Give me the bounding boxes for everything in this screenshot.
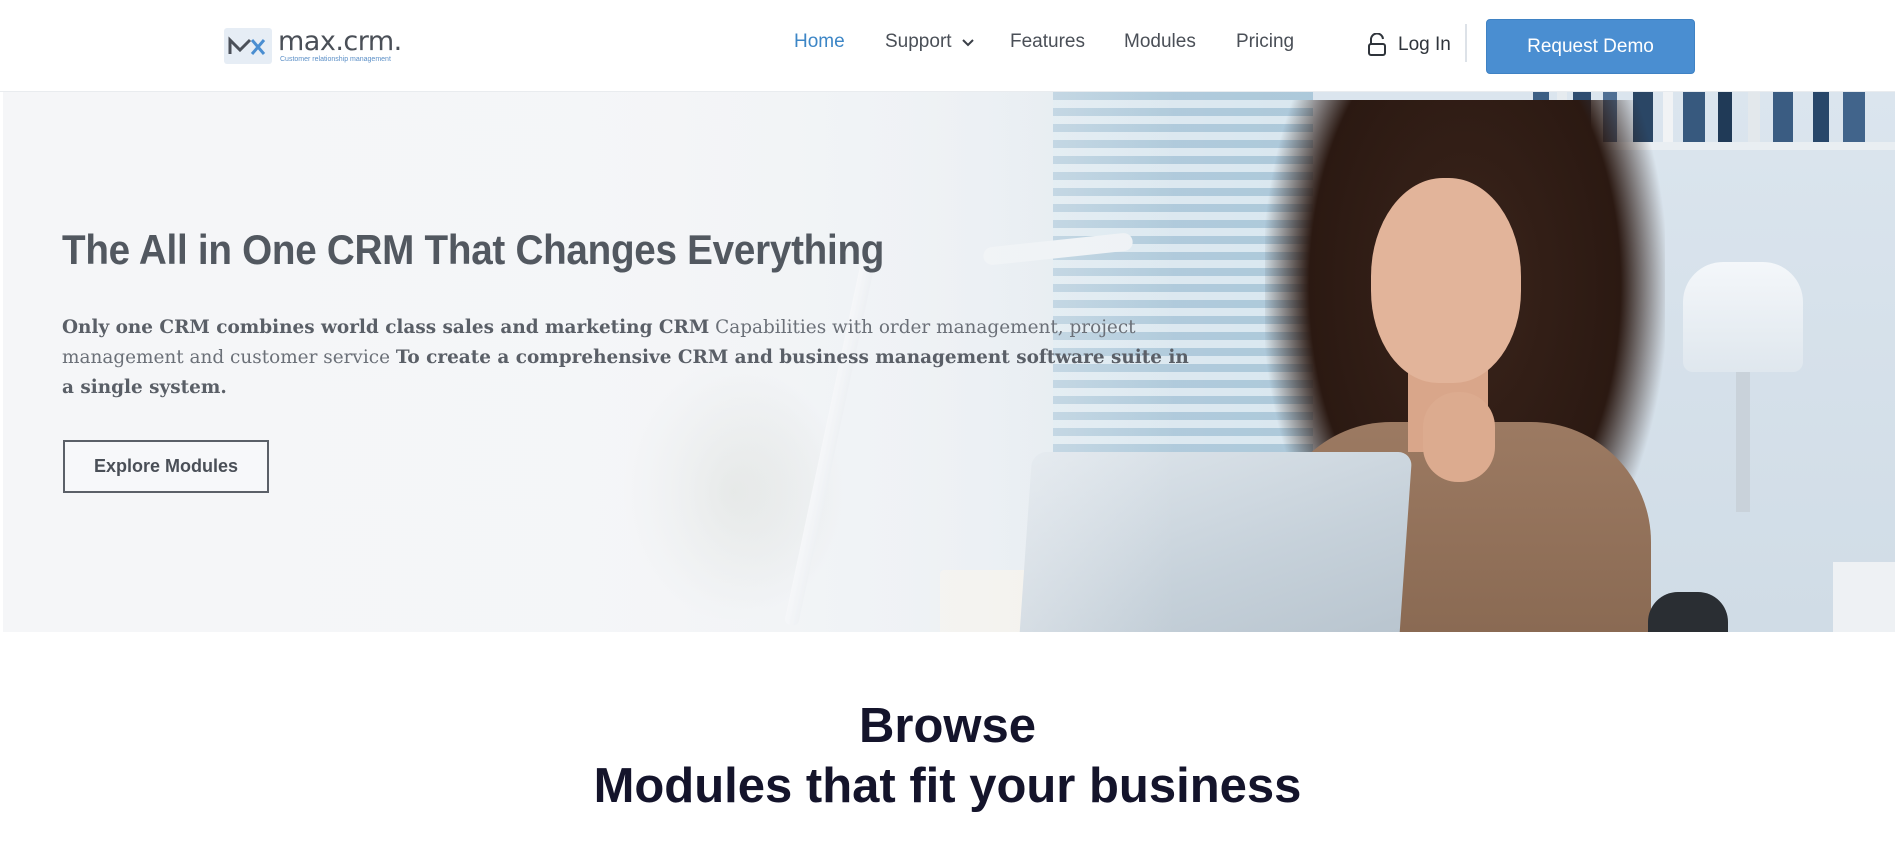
nav-support[interactable]: Support (885, 28, 974, 56)
logo-link[interactable]: max.crm. Customer relationship managemen… (224, 26, 402, 66)
lock-icon (1366, 33, 1388, 57)
browse-modules-heading: Browse Modules that fit your business (0, 696, 1895, 816)
request-demo-button[interactable]: Request Demo (1486, 19, 1695, 74)
site-header: max.crm. Customer relationship managemen… (0, 0, 1895, 92)
nav-support-label: Support (885, 31, 952, 53)
hero-desc-bold-1: Only one CRM combines world class sales … (62, 316, 710, 338)
logo-text: max.crm. Customer relationship managemen… (278, 28, 402, 64)
logo-name: max.crm. (278, 26, 402, 57)
login-label: Log In (1398, 34, 1451, 55)
nav-home[interactable]: Home (794, 28, 845, 56)
hero-title: The All in One CRM That Changes Everythi… (62, 226, 885, 273)
nav-features[interactable]: Features (1010, 28, 1085, 56)
logo-tagline: Customer relationship management (280, 56, 391, 63)
chevron-down-icon (962, 28, 974, 56)
nav-pricing[interactable]: Pricing (1236, 28, 1294, 56)
login-link[interactable]: Log In (1366, 30, 1451, 60)
hero-description: Only one CRM combines world class sales … (62, 312, 1207, 402)
mx-logo-icon (224, 28, 272, 64)
explore-modules-button[interactable]: Explore Modules (63, 440, 269, 493)
hero-section: The All in One CRM That Changes Everythi… (3, 92, 1895, 632)
header-divider (1465, 24, 1467, 62)
nav-modules[interactable]: Modules (1124, 28, 1196, 56)
browse-heading-line1: Browse (858, 699, 1036, 753)
browse-heading-line2: Modules that fit your business (593, 759, 1302, 813)
